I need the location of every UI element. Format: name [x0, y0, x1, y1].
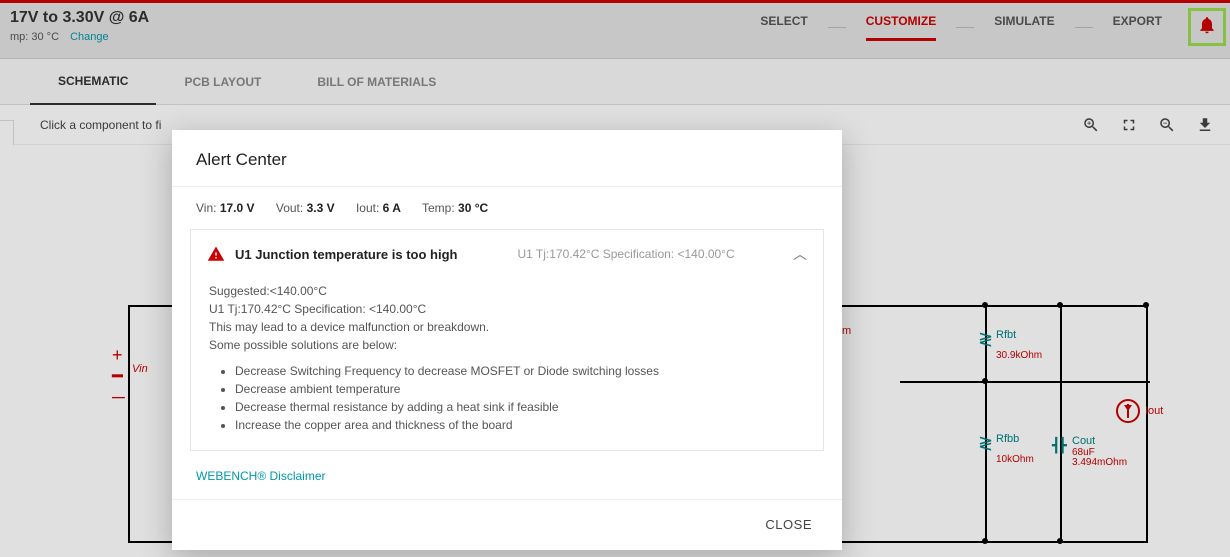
chevron-up-icon: ︿	[793, 244, 807, 264]
warning-icon	[207, 245, 235, 263]
modal-params: Vin: 17.0 V Vout: 3.3 V Iout: 6 A Temp: …	[172, 187, 842, 223]
alert-center-modal: Alert Center Vin: 17.0 V Vout: 3.3 V Iou…	[172, 130, 842, 550]
alert-detail: U1 Tj:170.42°C Specification: <140.00°C	[517, 247, 793, 261]
alert-title: U1 Junction temperature is too high	[235, 247, 457, 262]
alert-accordion-header[interactable]: U1 Junction temperature is too high U1 T…	[191, 230, 823, 278]
modal-title: Alert Center	[172, 130, 842, 187]
disclaimer-link[interactable]: WEBENCH® Disclaimer	[172, 465, 842, 499]
alert-accordion: U1 Junction temperature is too high U1 T…	[190, 229, 824, 451]
alert-body: Suggested:<140.00°C U1 Tj:170.42°C Speci…	[191, 278, 823, 450]
close-button[interactable]: CLOSE	[765, 517, 812, 532]
